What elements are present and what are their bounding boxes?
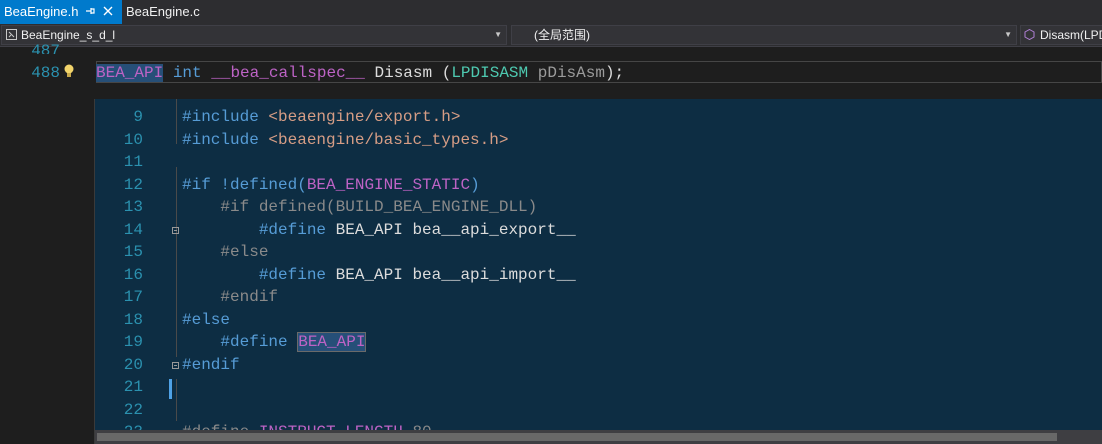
line-number: 17 [123, 288, 143, 306]
line-number: 11 [123, 153, 143, 171]
fold-guide [176, 379, 177, 421]
code-token: #if !defined( [182, 175, 307, 194]
member-dropdown[interactable]: Disasm(LPD [1020, 25, 1102, 45]
fold-guide [176, 99, 177, 144]
code-text: #endif [182, 286, 278, 308]
tab-bar: BeaEngine.h BeaEngine.c [0, 0, 1102, 24]
code-token: <beaengine/export.h> [268, 108, 461, 126]
code-text: #define BEA_API [182, 331, 367, 353]
scope-name: (全局范围) [534, 28, 590, 42]
tab-beaengine-c[interactable]: BeaEngine.c [122, 0, 212, 24]
project-icon [6, 29, 17, 40]
lightbulb-icon[interactable] [64, 64, 74, 78]
code-text: #include <beaengine/basic_types.h> [182, 129, 508, 151]
code-editor[interactable]: 487 488 BEA_API int __bea_callspec__ Dis… [0, 44, 1102, 444]
code-text: #define BEA_API bea__api_import__ [182, 264, 576, 286]
function-signature: BEA_API int __bea_callspec__ Disasm (LPD… [96, 63, 624, 83]
chevron-down-icon: ▼ [494, 30, 502, 39]
peek-definition-panel[interactable]: 9 #include <beaengine/export.h> 10 #include… [94, 99, 1102, 444]
punctuation: ); [604, 64, 625, 82]
line-number: 20 [123, 355, 143, 374]
keyword-token: int [172, 64, 202, 82]
code-token: <beaengine/basic_types.h> [268, 130, 509, 149]
line-number: 487 [31, 44, 60, 54]
code-text: #if !defined(BEA_ENGINE_STATIC) [182, 174, 480, 196]
line-number: 15 [123, 243, 143, 261]
code-token: #include [182, 130, 269, 149]
line-number: 21 [123, 378, 143, 396]
code-token: #include [182, 108, 269, 126]
code-text: #else [182, 309, 230, 331]
function-name: Disasm [374, 64, 433, 82]
tab-label: BeaEngine.h [4, 4, 79, 19]
line-number: 14 [123, 220, 143, 239]
code-text: #if defined(BUILD_BEA_ENGINE_DLL) [182, 196, 537, 218]
code-token: #else [182, 310, 231, 329]
collapse-icon[interactable] [172, 362, 179, 369]
code-token: #else [182, 243, 269, 261]
fold-guide [176, 167, 177, 357]
collapse-icon[interactable] [172, 227, 179, 234]
code-token: BEA_API bea__api_import__ [335, 265, 576, 284]
line-number: 19 [123, 333, 143, 351]
line-number: 22 [123, 400, 143, 419]
line-number: 13 [123, 198, 143, 216]
code-text: #define BEA_API bea__api_export__ [182, 219, 576, 241]
scope-dropdown[interactable]: (全局范围) ▼ [511, 25, 1017, 45]
code-token: #endif [182, 355, 240, 374]
member-name: Disasm(LPD [1040, 28, 1102, 42]
line-number: 16 [123, 265, 143, 284]
navigation-bar: BeaEngine_s_d_l ▼ (全局范围) ▼ Disasm(LPD [0, 24, 1102, 47]
code-token: ) [470, 175, 480, 194]
code-text: #endif [182, 354, 240, 376]
code-token: #if defined(BUILD_BEA_ENGINE_DLL) [182, 198, 538, 216]
code-token: #define [182, 333, 298, 351]
line-number: 9 [133, 108, 143, 126]
line-number: 12 [123, 175, 143, 194]
project-name: BeaEngine_s_d_l [21, 28, 116, 42]
line-number: 488 [31, 64, 60, 82]
code-token: BEA_ENGINE_STATIC [306, 175, 471, 194]
chevron-down-icon: ▼ [1004, 30, 1012, 39]
pin-icon[interactable] [82, 0, 98, 24]
param-name: pDisAsm [537, 64, 605, 82]
macro-token: __bea_callspec__ [211, 64, 365, 82]
code-token: #endif [182, 288, 279, 306]
code-text: #else [182, 241, 268, 263]
line-number: 10 [123, 130, 143, 149]
line-number: 18 [123, 310, 143, 329]
scrollbar-thumb[interactable] [97, 433, 1057, 441]
project-dropdown[interactable]: BeaEngine_s_d_l ▼ [1, 25, 507, 45]
code-token: #define [182, 220, 336, 239]
code-token: BEA_API bea__api_export__ [335, 220, 576, 239]
code-text: #include <beaengine/export.h> [182, 106, 460, 128]
punctuation: ( [441, 64, 452, 82]
horizontal-scrollbar[interactable] [95, 430, 1102, 444]
cursor-line-marker [169, 379, 172, 399]
tab-label: BeaEngine.c [126, 4, 200, 19]
code-token: #define [182, 265, 336, 284]
method-icon [1024, 29, 1035, 40]
close-icon[interactable] [100, 0, 116, 24]
highlighted-symbol[interactable]: BEA_API [297, 332, 367, 352]
type-token: LPDISASM [451, 64, 529, 82]
macro-token[interactable]: BEA_API [96, 64, 164, 82]
